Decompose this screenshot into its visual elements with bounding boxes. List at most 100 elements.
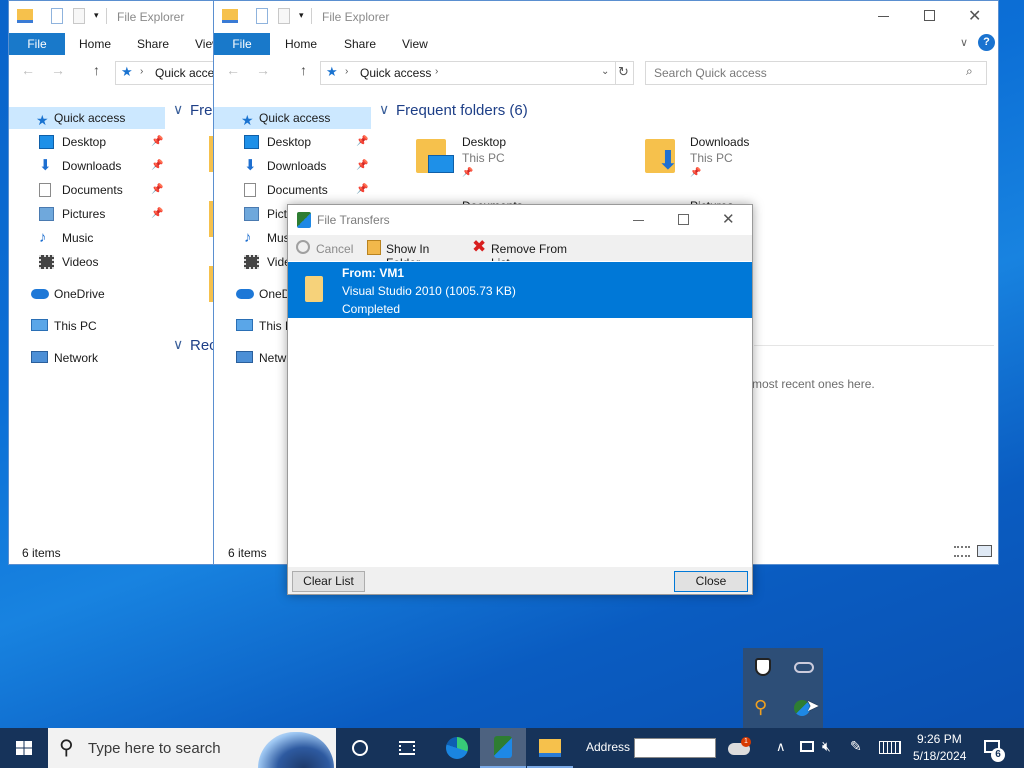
tab-share[interactable]: Share — [344, 37, 376, 51]
expand-ribbon-icon[interactable]: ∨ — [960, 36, 968, 49]
pen-icon[interactable]: ✎ — [850, 738, 862, 755]
qat-dropdown-icon[interactable]: ▾ — [299, 10, 304, 21]
breadcrumb-chevron-icon[interactable]: › — [140, 66, 143, 77]
quick-access-star-icon: ★ — [241, 112, 254, 128]
help-icon[interactable]: ? — [978, 34, 995, 51]
show-hidden-icons-chevron-icon[interactable]: ∧ — [776, 739, 786, 755]
computer-icon — [31, 319, 48, 331]
clear-list-button[interactable]: Clear List — [292, 571, 365, 592]
file-explorer-taskbar-button[interactable] — [527, 728, 573, 768]
maximize-icon[interactable] — [924, 10, 935, 21]
clock-date[interactable]: 5/18/2024 — [913, 749, 966, 763]
music-note-icon: ♪ — [39, 229, 47, 246]
tab-home[interactable]: Home — [79, 37, 111, 51]
nav-quick-access[interactable]: ★ Quick access — [9, 107, 165, 129]
forward-icon[interactable]: → — [256, 62, 270, 78]
cortana-button[interactable] — [337, 728, 383, 768]
tab-file[interactable]: File — [214, 33, 270, 55]
new-folder-icon[interactable] — [278, 8, 290, 24]
nav-desktop[interactable]: Desktop 📌 — [214, 131, 370, 153]
minimize-icon[interactable] — [878, 16, 889, 17]
remove-from-list-button[interactable]: ✖ Remove From List — [471, 237, 581, 270]
refresh-button[interactable]: ↻ — [616, 61, 634, 85]
desktop-overlay-icon — [428, 155, 454, 173]
magnifier-icon[interactable]: ⚲ — [754, 697, 767, 718]
up-icon[interactable]: ↑ — [93, 62, 100, 78]
titlebar[interactable]: ▾ File Explorer ✕ — [214, 1, 998, 33]
edge-button[interactable] — [434, 728, 480, 768]
titlebar[interactable]: ▾ File Explorer — [9, 1, 229, 33]
nav-this-pc[interactable]: This PC — [9, 315, 165, 337]
search-icon[interactable]: ⌕ — [966, 64, 973, 79]
properties-icon[interactable] — [256, 8, 268, 24]
tab-home[interactable]: Home — [285, 37, 317, 51]
close-button[interactable]: Close — [674, 571, 748, 592]
security-shield-icon[interactable] — [755, 658, 771, 676]
nav-downloads[interactable]: ⬇ Downloads 📌 — [214, 155, 370, 177]
up-icon[interactable]: ↑ — [300, 62, 307, 78]
breadcrumb-chevron-icon[interactable]: › — [345, 66, 348, 77]
action-center-button[interactable]: 6 — [975, 728, 1024, 768]
documents-icon — [39, 183, 51, 197]
file-transfer-taskbar-button[interactable] — [480, 728, 526, 768]
taskbar-search-box[interactable]: ⚲ Type here to search — [48, 728, 336, 768]
nav-quick-access[interactable]: ★ Quick access — [214, 107, 371, 129]
network-tray-icon[interactable] — [800, 741, 814, 752]
tab-file[interactable]: File — [9, 33, 65, 55]
forward-icon[interactable]: → — [51, 62, 65, 78]
search-box[interactable]: Search Quick access ⌕ — [645, 61, 987, 85]
nav-network[interactable]: Network — [9, 347, 165, 369]
show-in-folder-button[interactable]: Show In Folder — [366, 239, 461, 270]
file-transfers-dialog[interactable]: File Transfers ✕ Cancel Show In Folder ✖… — [287, 204, 753, 595]
chevron-down-icon[interactable]: ∨ — [379, 101, 389, 118]
tab-view[interactable]: View — [402, 37, 428, 51]
nav-videos[interactable]: Videos — [9, 251, 165, 273]
dialog-titlebar[interactable]: File Transfers ✕ — [288, 205, 752, 235]
nav-documents[interactable]: Documents 📌 — [214, 179, 370, 201]
tab-share[interactable]: Share — [137, 37, 169, 51]
volume-muted-icon[interactable]: 🔇︎ — [822, 738, 831, 755]
task-view-button[interactable] — [384, 728, 430, 768]
notification-count-badge: 6 — [991, 748, 1005, 762]
back-icon[interactable]: ← — [226, 62, 240, 78]
folder-tile-downloads[interactable]: ⬇ Downloads This PC 📌 — [641, 131, 841, 183]
large-icons-view-icon[interactable] — [977, 545, 992, 557]
nav-documents[interactable]: Documents 📌 — [9, 179, 165, 201]
clock-time[interactable]: 9:26 PM — [917, 732, 962, 746]
transfer-row[interactable]: From: VM1 Visual Studio 2010 (1005.73 KB… — [288, 262, 752, 318]
transfer-list[interactable]: From: VM1 Visual Studio 2010 (1005.73 KB… — [288, 261, 752, 567]
folder-icon — [305, 276, 323, 302]
cloud-offline-icon[interactable] — [794, 662, 814, 673]
nav-downloads[interactable]: ⬇ Downloads 📌 — [9, 155, 165, 177]
pictures-icon — [39, 207, 54, 221]
chevron-down-icon[interactable]: ∨ — [173, 336, 183, 353]
breadcrumb-quick-access[interactable]: Quick access — [360, 66, 431, 80]
address-toolbar-input[interactable] — [634, 738, 716, 758]
maximize-icon[interactable] — [678, 214, 689, 225]
pin-icon: 📌 — [151, 136, 164, 147]
folder-tile-desktop[interactable]: Desktop This PC 📌 — [412, 131, 612, 183]
address-dropdown-icon[interactable]: ⌄ — [601, 66, 609, 77]
onedrive-tray-button[interactable]: 1 — [716, 728, 762, 768]
nav-desktop[interactable]: Desktop 📌 — [9, 131, 165, 153]
folder-location: This PC — [690, 151, 733, 165]
nav-pictures[interactable]: Pictures 📌 — [9, 203, 165, 225]
keyboard-icon[interactable] — [879, 741, 901, 754]
file-explorer-window-back[interactable]: ▾ File Explorer File Home Share View ← →… — [8, 0, 230, 565]
chevron-down-icon[interactable]: ∨ — [173, 101, 183, 118]
minimize-icon[interactable] — [633, 220, 644, 221]
qat-dropdown-icon[interactable]: ▾ — [94, 10, 99, 21]
nav-music[interactable]: ♪ Music — [9, 227, 165, 249]
breadcrumb-chevron-icon[interactable]: › — [435, 66, 438, 77]
nav-onedrive[interactable]: OneDrive — [9, 283, 165, 305]
back-icon[interactable]: ← — [21, 62, 35, 78]
status-bar: 6 items — [9, 540, 229, 564]
start-button[interactable] — [0, 728, 48, 768]
new-folder-icon[interactable] — [73, 8, 85, 24]
close-icon[interactable]: ✕ — [968, 6, 981, 26]
cancel-button[interactable]: Cancel — [295, 239, 353, 257]
details-view-icon[interactable] — [954, 546, 970, 557]
properties-icon[interactable] — [51, 8, 63, 24]
address-bar[interactable]: ★ › Quick access › ⌄ — [320, 61, 616, 85]
close-icon[interactable]: ✕ — [722, 210, 735, 228]
